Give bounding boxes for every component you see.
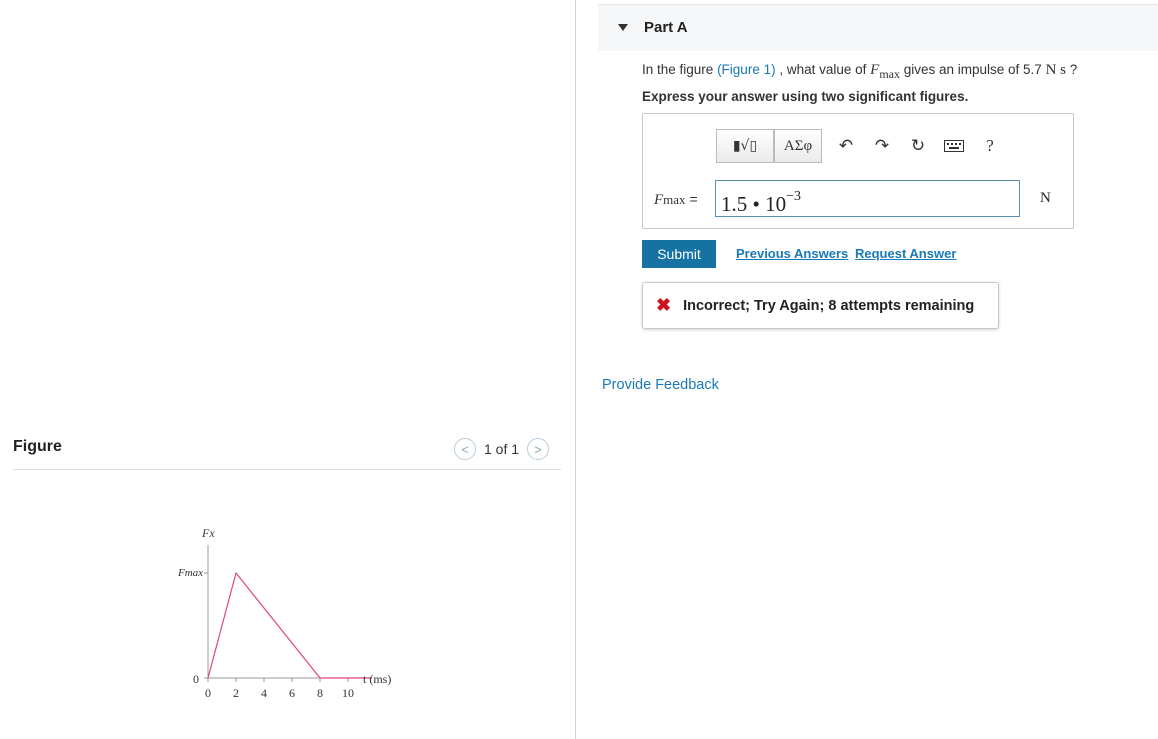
answer-unit: N [1040, 190, 1051, 206]
request-answer-link[interactable]: Request Answer [855, 246, 956, 261]
chevron-right-icon: > [534, 441, 542, 457]
instruction-text: Express your answer using two significan… [642, 89, 969, 104]
previous-answers-link[interactable]: Previous Answers [736, 246, 848, 261]
submit-button[interactable]: Submit [642, 240, 716, 268]
force-pulse-line [207, 571, 372, 679]
y-tick-zero-label: 0 [193, 672, 199, 686]
y-tick-max-label: Fmax [177, 567, 203, 579]
reset-icon[interactable]: ↻ [900, 128, 936, 164]
help-icon[interactable]: ? [972, 128, 1008, 164]
chevron-left-icon: < [461, 441, 469, 457]
provide-feedback-link[interactable]: Provide Feedback [602, 377, 719, 393]
figure-link[interactable]: (Figure 1) [717, 62, 776, 77]
x-axis-label: t (ms) [363, 672, 391, 686]
feedback-text: Incorrect; Try Again; 8 attempts remaini… [683, 297, 975, 314]
question-text: In the figure (Figure 1) , what value of… [642, 62, 1078, 81]
figure-pager-text: 1 of 1 [484, 441, 520, 457]
redo-icon[interactable]: ↷ [864, 128, 900, 164]
x-tick-label: 4 [261, 686, 267, 700]
error-x-icon: ✖ [656, 295, 672, 315]
feedback-message: ✖ Incorrect; Try Again; 8 attempts remai… [642, 282, 999, 329]
part-title: Part A [644, 19, 688, 36]
panel-divider [575, 0, 576, 739]
x-tick-label: 0 [205, 686, 211, 700]
x-tick-label: 10 [342, 686, 354, 700]
next-figure-button[interactable]: > [527, 438, 550, 460]
keyboard-icon[interactable] [936, 128, 972, 164]
x-tick-label: 8 [317, 686, 323, 700]
x-tick-label: 2 [233, 686, 239, 700]
force-time-graph: Fx Fmax 0 t (ms) 0 2 4 6 8 10 [177, 526, 391, 700]
greek-symbols-button[interactable]: ΑΣφ [774, 129, 822, 163]
question-unit: N s [1045, 62, 1066, 78]
answer-variable-label: Fmax = [654, 191, 698, 208]
y-axis-label: Fx [201, 526, 215, 540]
question-variable: Fmax [870, 62, 900, 81]
templates-button[interactable]: ▮√▯ [716, 129, 774, 163]
undo-icon[interactable]: ↶ [828, 128, 864, 164]
x-tick-label: 6 [289, 686, 295, 700]
figure-title: Figure [13, 438, 62, 455]
part-a-header[interactable]: Part A [598, 4, 1158, 51]
math-toolbar: ▮√▯ ΑΣφ ↶ ↷ ↻ ? [716, 128, 1008, 164]
figure-pager: < 1 of 1 > [454, 438, 550, 460]
answer-input[interactable]: 1.5 • 10−3 [715, 180, 1020, 217]
figure-divider [13, 469, 561, 470]
prev-figure-button[interactable]: < [454, 438, 476, 460]
collapse-caret-icon [618, 24, 628, 31]
answer-exponent: −3 [786, 189, 802, 204]
